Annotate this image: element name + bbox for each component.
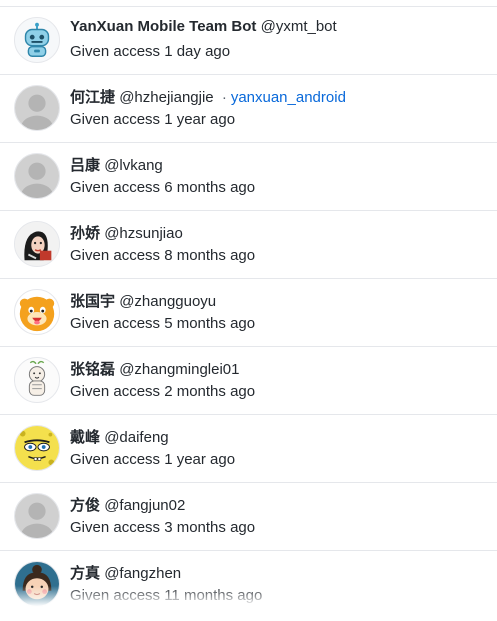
- member-handle[interactable]: @fangjun02: [104, 497, 185, 514]
- access-time: Given access 1 year ago: [70, 111, 236, 128]
- member-row[interactable]: 张铭磊 @zhangminglei01 Given access 2 month…: [0, 347, 497, 415]
- cartoon-girl-avatar-icon[interactable]: [14, 561, 60, 607]
- member-row[interactable]: 张国宇 @zhangguoyu Given access 5 months ag…: [0, 279, 497, 347]
- team-separator: ·: [221, 89, 227, 106]
- member-name[interactable]: 何江捷: [70, 89, 115, 106]
- member-access-list: YanXuan Mobile Team Bot @yxmt_bot Given …: [0, 0, 497, 621]
- member-name-line: 戴峰 @daifeng: [70, 426, 169, 447]
- member-handle[interactable]: @lvkang: [104, 157, 163, 174]
- member-name[interactable]: 戴峰: [70, 429, 100, 446]
- member-name-line: 张国宇 @zhangguoyu: [70, 290, 216, 311]
- member-name-line: 张铭磊 @zhangminglei01: [70, 358, 240, 379]
- member-name-line: 方真 @fangzhen: [70, 562, 181, 583]
- access-time: Given access 8 months ago: [70, 247, 256, 264]
- member-name[interactable]: 方真: [70, 565, 100, 582]
- robot-avatar-icon[interactable]: [14, 17, 60, 63]
- member-name[interactable]: 吕康: [70, 157, 100, 174]
- member-row[interactable]: 方俊 @fangjun02 Given access 3 months ago: [0, 483, 497, 551]
- member-handle[interactable]: @zhangminglei01: [119, 361, 239, 378]
- member-handle[interactable]: @fangzhen: [104, 565, 181, 582]
- member-name[interactable]: 孙娇: [70, 225, 100, 242]
- access-time: Given access 5 months ago: [70, 315, 256, 332]
- orange-cartoon-avatar-icon[interactable]: [14, 289, 60, 335]
- team-link[interactable]: yanxuan_android: [231, 89, 346, 106]
- access-time: Given access 11 months ago: [70, 587, 263, 604]
- member-row[interactable]: 方真 @fangzhen Given access 11 months ago: [0, 551, 497, 619]
- default-avatar-icon[interactable]: [14, 85, 60, 131]
- access-time: Given access 2 months ago: [70, 383, 256, 400]
- member-name-line: 方俊 @fangjun02: [70, 494, 185, 515]
- member-name-line: YanXuan Mobile Team Bot @yxmt_bot: [70, 18, 337, 35]
- member-name[interactable]: 张国宇: [70, 293, 115, 310]
- access-time: Given access 6 months ago: [70, 179, 256, 196]
- member-row[interactable]: 戴峰 @daifeng Given access 1 year ago: [0, 415, 497, 483]
- access-time: Given access 1 day ago: [70, 43, 231, 60]
- default-avatar-icon[interactable]: [14, 153, 60, 199]
- access-time: Given access 1 year ago: [70, 451, 236, 468]
- girl-portrait-avatar-icon[interactable]: [14, 221, 60, 267]
- member-handle[interactable]: @zhangguoyu: [119, 293, 216, 310]
- member-row[interactable]: 吕康 @lvkang Given access 6 months ago: [0, 143, 497, 211]
- member-handle[interactable]: @hzhejiangjie: [119, 89, 213, 106]
- member-name-line: 吕康 @lvkang: [70, 154, 163, 175]
- sponge-character-avatar-icon[interactable]: [14, 425, 60, 471]
- member-handle[interactable]: @hzsunjiao: [104, 225, 183, 242]
- member-handle[interactable]: @yxmt_bot: [261, 18, 337, 35]
- member-name[interactable]: 方俊: [70, 497, 100, 514]
- member-row[interactable]: 孙娇 @hzsunjiao Given access 8 months ago: [0, 211, 497, 279]
- sketch-character-avatar-icon[interactable]: [14, 357, 60, 403]
- default-avatar-icon[interactable]: [14, 493, 60, 539]
- member-row[interactable]: 何江捷 @hzhejiangjie · yanxuan_android Given…: [0, 75, 497, 143]
- member-row[interactable]: YanXuan Mobile Team Bot @yxmt_bot Given …: [0, 7, 497, 75]
- member-name-line: 何江捷 @hzhejiangjie · yanxuan_android: [70, 86, 346, 107]
- member-name[interactable]: 张铭磊: [70, 361, 115, 378]
- member-handle[interactable]: @daifeng: [104, 429, 168, 446]
- access-time: Given access 3 months ago: [70, 519, 256, 536]
- member-name-line: 孙娇 @hzsunjiao: [70, 222, 183, 243]
- member-name[interactable]: YanXuan Mobile Team Bot: [70, 18, 256, 35]
